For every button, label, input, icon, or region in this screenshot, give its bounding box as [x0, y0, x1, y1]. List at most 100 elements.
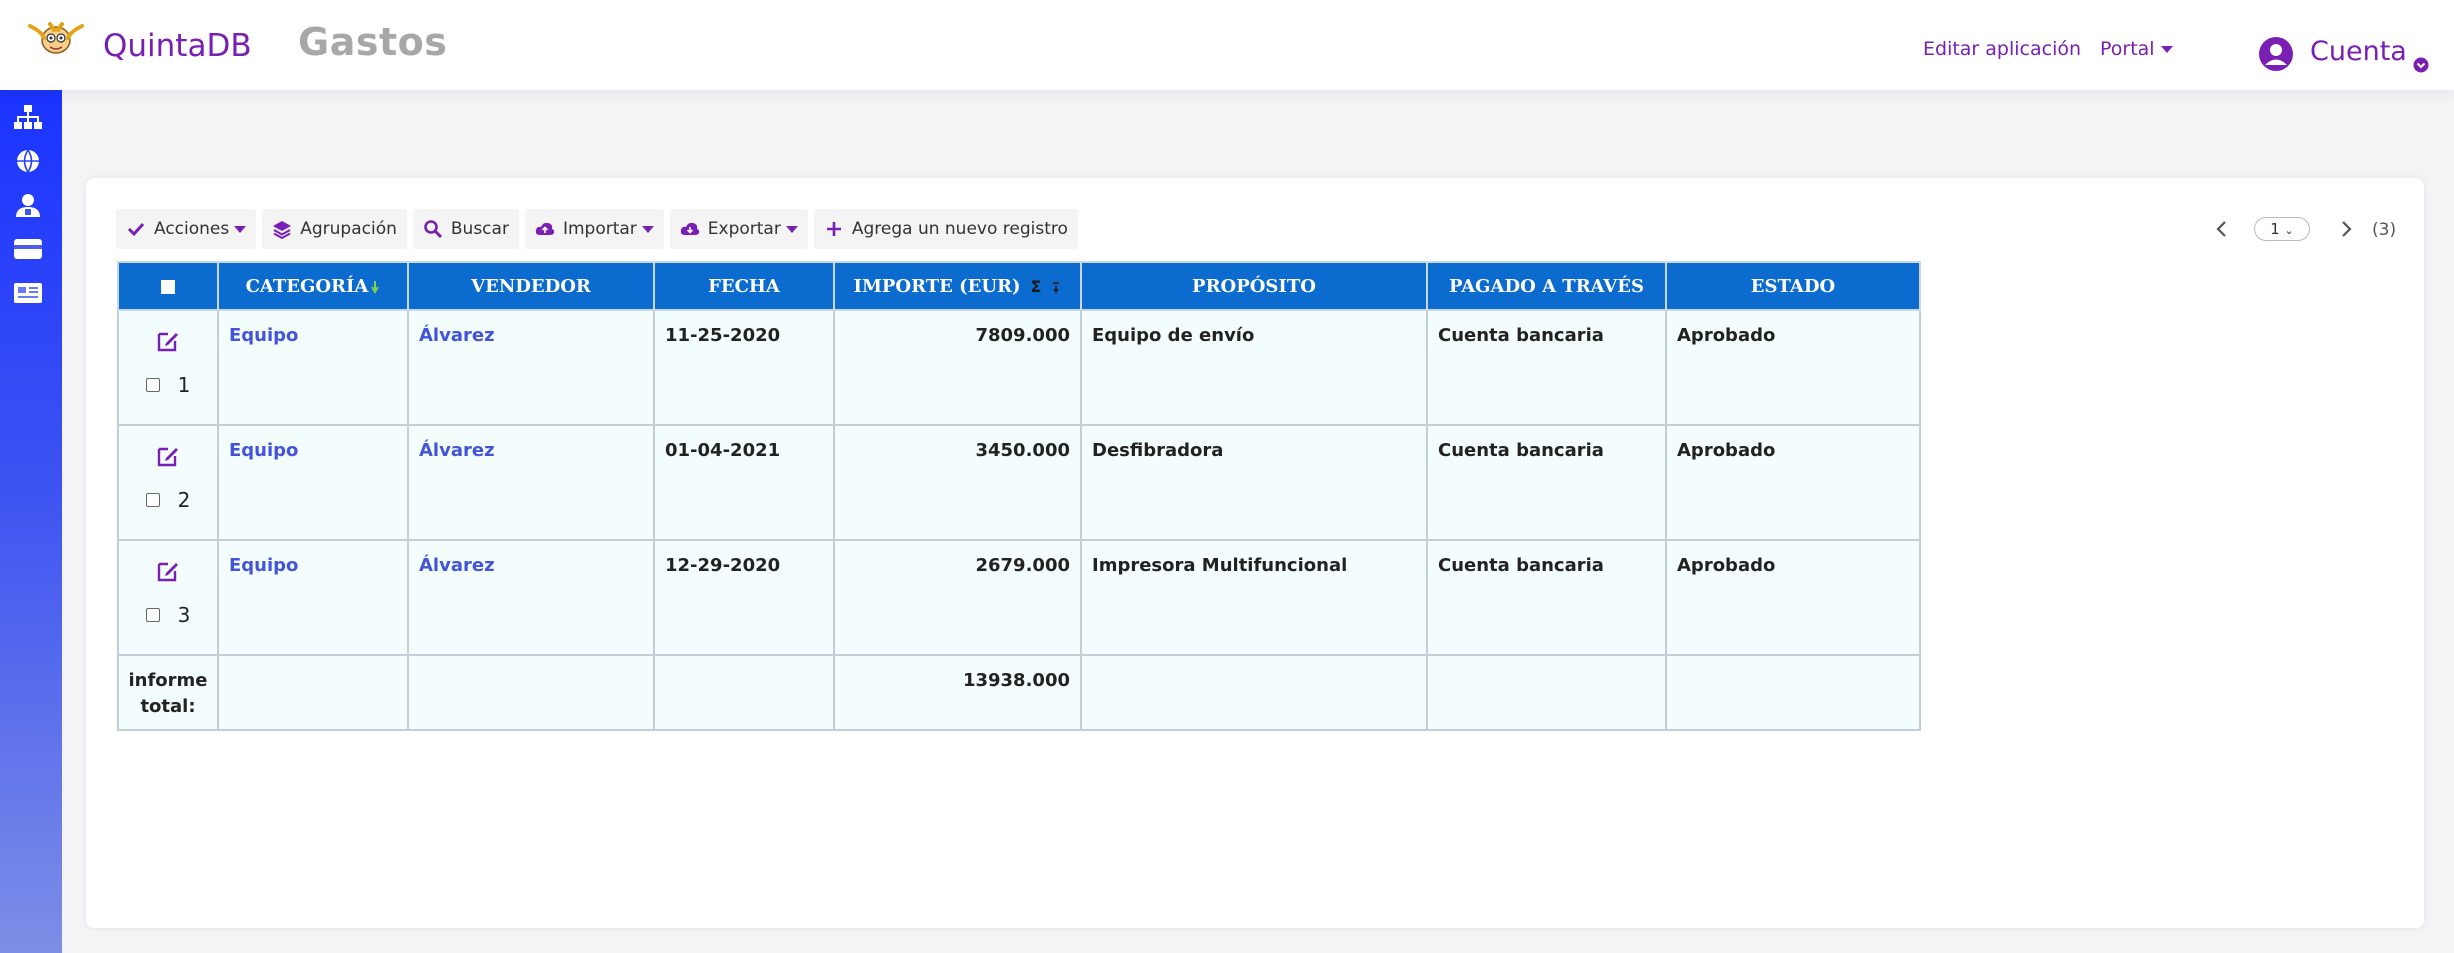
column-header-categoria[interactable]: CATEGORÍA [217, 261, 409, 311]
column-header-label: PROPÓSITO [1192, 275, 1316, 297]
record-count: (3) [2372, 220, 2397, 240]
cell-vendedor[interactable]: Álvarez [407, 309, 655, 426]
table-header-row: CATEGORÍA VENDEDOR FECHA IMPORTE (EUR) Σ … [117, 261, 1921, 311]
layers-icon [273, 221, 292, 239]
page-select[interactable]: 1 ⌄ [2254, 217, 2310, 241]
caret-down-icon [2160, 46, 2173, 53]
column-header-importe[interactable]: IMPORTE (EUR) Σ [833, 261, 1082, 311]
credit-card-icon[interactable] [13, 236, 43, 262]
column-header-fecha[interactable]: FECHA [653, 261, 835, 311]
search-icon [424, 220, 442, 239]
cell-pagado: Cuenta bancaria [1426, 309, 1667, 426]
total-cell-empty [1426, 654, 1667, 731]
records-table: CATEGORÍA VENDEDOR FECHA IMPORTE (EUR) Σ … [117, 261, 1921, 731]
cell-fecha: 12-29-2020 [653, 539, 835, 656]
chevron-down-icon: ⌄ [2284, 224, 2294, 237]
sitemap-icon[interactable] [13, 104, 43, 130]
column-header-pagado[interactable]: PAGADO A TRAVÉS [1426, 261, 1667, 311]
cell-vendedor[interactable]: Álvarez [407, 424, 655, 541]
brand-name[interactable]: QuintaDB [103, 28, 252, 64]
row-checkbox[interactable] [145, 493, 160, 507]
total-importe: 13938.000 [833, 654, 1082, 731]
select-all-checkbox[interactable] [161, 279, 175, 294]
cell-proposito: Desfibradora [1080, 424, 1428, 541]
column-header-label: ESTADO [1750, 275, 1836, 297]
cell-categoria[interactable]: Equipo [217, 424, 409, 541]
grouping-label: Agrupación [300, 219, 397, 239]
add-record-label: Agrega un nuevo registro [851, 219, 1068, 239]
cell-proposito: Impresora Multifuncional [1080, 539, 1428, 656]
cell-estado: Aprobado [1665, 539, 1921, 656]
newspaper-icon[interactable] [13, 280, 43, 306]
edit-icon[interactable] [156, 329, 180, 353]
total-label: informe total: [117, 654, 219, 731]
add-record-button[interactable]: Agrega un nuevo registro [813, 209, 1078, 249]
cell-fecha: 01-04-2021 [653, 424, 835, 541]
chevron-right-icon[interactable] [2336, 217, 2356, 241]
row-number: 3 [177, 603, 191, 627]
row-checkbox[interactable] [145, 378, 160, 392]
export-button[interactable]: Exportar [669, 209, 808, 249]
logo-icon[interactable] [20, 16, 92, 60]
cell-importe: 2679.000 [833, 539, 1082, 656]
sort-toggle-icon[interactable] [1051, 280, 1061, 294]
total-cell-empty [217, 654, 409, 731]
row-checkbox[interactable] [145, 608, 160, 622]
row-controls: 2 [117, 424, 219, 541]
cell-proposito: Equipo de envío [1080, 309, 1428, 426]
table-row: 3 Equipo Álvarez 12-29-2020 2679.000 Imp… [117, 539, 1921, 656]
user-avatar-icon [2259, 37, 2293, 71]
app-title: Gastos [298, 20, 448, 64]
cell-pagado: Cuenta bancaria [1426, 424, 1667, 541]
row-controls: 3 [117, 539, 219, 656]
total-cell-empty [1080, 654, 1428, 731]
column-header-estado[interactable]: ESTADO [1665, 261, 1921, 311]
edit-app-link[interactable]: Editar aplicación [1923, 38, 2081, 60]
top-header: QuintaDB Gastos Editar aplicación Portal… [0, 0, 2454, 90]
column-header-label: IMPORTE (EUR) [853, 275, 1021, 297]
cell-categoria[interactable]: Equipo [217, 309, 409, 426]
page-select-value: 1 [2270, 220, 2280, 238]
import-button[interactable]: Importar [524, 209, 664, 249]
caret-down-icon [641, 225, 654, 233]
portal-menu[interactable]: Portal [2100, 38, 2173, 60]
portal-label: Portal [2100, 38, 2155, 60]
table-row: 2 Equipo Álvarez 01-04-2021 3450.000 Des… [117, 424, 1921, 541]
row-number: 2 [177, 488, 191, 512]
cloud-download-icon [680, 222, 700, 235]
cell-pagado: Cuenta bancaria [1426, 539, 1667, 656]
select-all-header [117, 261, 219, 311]
plus-icon [826, 222, 841, 236]
column-header-label: FECHA [708, 275, 780, 297]
actions-button[interactable]: Acciones [116, 209, 257, 249]
chevron-down-icon[interactable] [2413, 57, 2429, 73]
row-controls: 1 [117, 309, 219, 426]
edit-icon[interactable] [156, 559, 180, 583]
row-number: 1 [177, 373, 191, 397]
globe-icon[interactable] [13, 148, 43, 174]
sum-icon[interactable]: Σ [1031, 277, 1042, 296]
column-header-label: CATEGORÍA [245, 275, 369, 297]
cell-vendedor[interactable]: Álvarez [407, 539, 655, 656]
export-label: Exportar [707, 219, 781, 239]
cell-estado: Aprobado [1665, 424, 1921, 541]
caret-down-icon [234, 225, 247, 233]
column-header-proposito[interactable]: PROPÓSITO [1080, 261, 1428, 311]
column-header-vendedor[interactable]: VENDEDOR [407, 261, 655, 311]
cell-categoria[interactable]: Equipo [217, 539, 409, 656]
cell-importe: 7809.000 [833, 309, 1082, 426]
cell-fecha: 11-25-2020 [653, 309, 835, 426]
grouping-button[interactable]: Agrupación [262, 209, 407, 249]
search-label: Buscar [450, 219, 509, 239]
total-cell-empty [653, 654, 835, 731]
caret-down-icon [785, 225, 798, 233]
search-button[interactable]: Buscar [412, 209, 519, 249]
check-icon [127, 222, 145, 237]
edit-icon[interactable] [156, 444, 180, 468]
total-cell-empty [407, 654, 655, 731]
column-header-label: PAGADO A TRAVÉS [1448, 275, 1644, 297]
users-icon[interactable] [13, 192, 43, 218]
chevron-left-icon[interactable] [2212, 217, 2232, 241]
column-header-label: VENDEDOR [471, 275, 591, 297]
sidebar [0, 90, 62, 953]
